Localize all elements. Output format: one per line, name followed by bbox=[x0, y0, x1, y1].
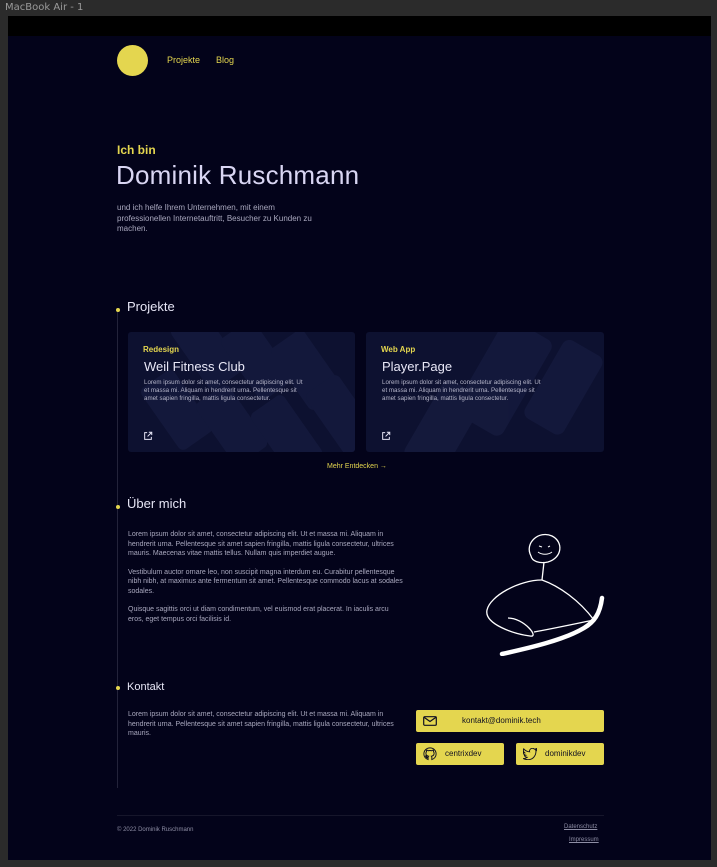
project-card-tag: Redesign bbox=[143, 345, 180, 354]
twitter-icon bbox=[523, 748, 537, 760]
email-label: kontakt@dominik.tech bbox=[462, 716, 541, 725]
nav-link-projects[interactable]: Projekte bbox=[167, 55, 200, 65]
timeline-line bbox=[117, 308, 118, 788]
window-title: MacBook Air - 1 bbox=[5, 2, 84, 13]
project-card-tag: Web App bbox=[381, 345, 416, 354]
footer-divider bbox=[117, 815, 604, 816]
hero-subtitle: und ich helfe Ihrem Unternehmen, mit ein… bbox=[117, 203, 312, 233]
section-title-about: Über mich bbox=[127, 496, 187, 511]
footer-link-imprint[interactable]: Impressum bbox=[569, 837, 599, 843]
page-frame: Projekte Blog Ich bin Dominik Ruschmann … bbox=[8, 16, 711, 860]
timeline-dot-about bbox=[115, 505, 120, 509]
project-card[interactable]: Web App Player.Page Lorem ipsum dolor si… bbox=[366, 332, 604, 452]
logo[interactable] bbox=[117, 45, 148, 76]
about-paragraph: Vestibulum auctor ornare leo, non suscip… bbox=[128, 568, 403, 595]
project-card-title: Weil Fitness Club bbox=[144, 359, 245, 374]
frame-topbar bbox=[8, 16, 711, 36]
timeline-dot-contact bbox=[115, 686, 120, 690]
mail-icon bbox=[423, 716, 437, 726]
twitter-button[interactable]: dominikdev bbox=[516, 743, 604, 765]
hero-kicker: Ich bin bbox=[117, 143, 156, 157]
more-projects-link[interactable]: Mehr Entdecken → bbox=[327, 463, 387, 470]
timeline-dot-projects bbox=[115, 308, 120, 312]
project-card-description: Lorem ipsum dolor sit amet, consectetur … bbox=[382, 379, 541, 402]
project-card[interactable]: Redesign Weil Fitness Club Lorem ipsum d… bbox=[128, 332, 355, 452]
github-label: centrixdev bbox=[445, 749, 482, 758]
hero-name: Dominik Ruschmann bbox=[116, 160, 360, 190]
about-paragraph: Quisque sagittis orci ut diam condimentu… bbox=[128, 606, 389, 623]
project-card-title: Player.Page bbox=[382, 359, 453, 374]
person-doodle-illustration bbox=[486, 533, 605, 656]
external-link-icon[interactable] bbox=[143, 431, 153, 441]
github-button[interactable]: centrixdev bbox=[416, 743, 504, 765]
project-card-description: Lorem ipsum dolor sit amet, consectetur … bbox=[144, 379, 303, 402]
about-text: Lorem ipsum dolor sit amet, consectetur … bbox=[128, 530, 403, 633]
external-link-icon[interactable] bbox=[381, 431, 391, 441]
github-icon bbox=[423, 747, 437, 761]
footer-copyright: © 2022 Dominik Ruschmann bbox=[117, 827, 194, 833]
twitter-label: dominikdev bbox=[545, 749, 586, 758]
section-title-contact: Kontakt bbox=[127, 681, 165, 693]
email-button[interactable]: kontakt@dominik.tech bbox=[416, 710, 604, 732]
contact-text: Lorem ipsum dolor sit amet, consectetur … bbox=[128, 711, 394, 737]
nav-link-blog[interactable]: Blog bbox=[216, 55, 234, 65]
section-title-projects: Projekte bbox=[127, 299, 175, 314]
about-paragraph: Lorem ipsum dolor sit amet, consectetur … bbox=[128, 531, 394, 557]
footer-link-privacy[interactable]: Datenschutz bbox=[564, 824, 597, 830]
